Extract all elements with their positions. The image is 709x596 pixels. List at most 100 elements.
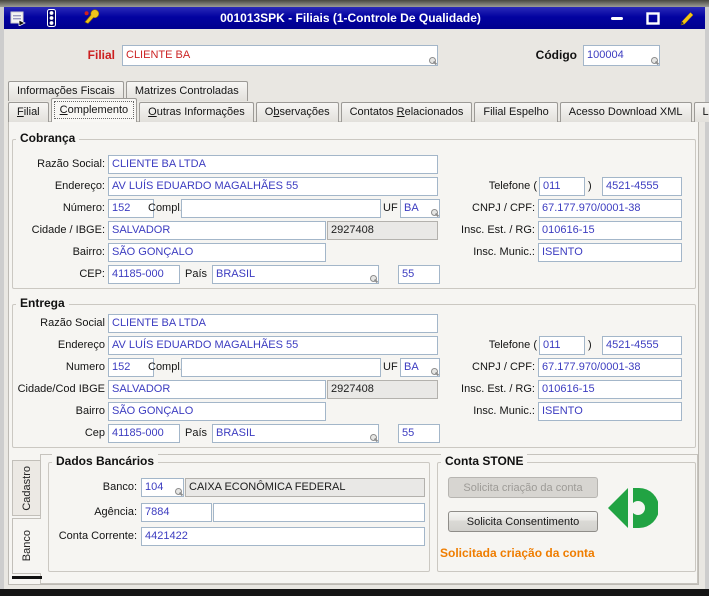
entrega-cep-field[interactable]: 41185-000 [108, 424, 180, 443]
entrega-compl-field[interactable] [181, 358, 381, 377]
cobranca-telefone-field[interactable]: 4521-4555 [602, 177, 682, 196]
tab-matrizes-controladas[interactable]: Matrizes Controladas [125, 81, 248, 101]
cobranca-endereco-label: Endereço: [54, 180, 105, 192]
agencia-digito-field[interactable] [213, 503, 425, 522]
lookup-magnifier-icon[interactable] [428, 56, 437, 65]
entrega-cnpj-label: CNPJ / CPF: [472, 361, 535, 373]
cobranca-uf-label: UF [383, 202, 398, 214]
entrega-telefone-close: ) [588, 339, 592, 351]
cobranca-bairro-label: Bairro: [72, 246, 105, 258]
cobranca-insc-est-label: Insc. Est. / RG: [461, 224, 535, 236]
window-frame-top [0, 0, 709, 7]
entrega-cidade-field[interactable]: SALVADOR [108, 380, 326, 399]
cobranca-title: Cobrança [16, 131, 80, 145]
cobranca-cidade-field[interactable]: SALVADOR [108, 221, 326, 240]
cobranca-razao-label: Razão Social: [37, 158, 105, 170]
entrega-insc-est-label: Insc. Est. / RG: [461, 383, 535, 395]
entrega-ddd-field[interactable]: 011 [539, 336, 585, 355]
cobranca-insc-mun-label: Insc. Munic.: [473, 246, 535, 258]
agencia-label: Agência: [94, 506, 137, 518]
side-tab-label: Cadastro [20, 465, 33, 511]
side-tab-cadastro[interactable]: Cadastro [12, 460, 41, 516]
conta-corrente-field[interactable]: 4421422 [141, 527, 425, 546]
cobranca-telefone-close: ) [588, 180, 592, 192]
cobranca-cidade-label: Cidade / IBGE: [31, 224, 105, 236]
lookup-magnifier-icon[interactable] [369, 433, 378, 442]
entrega-razao-field[interactable]: CLIENTE BA LTDA [108, 314, 438, 333]
entrega-title: Entrega [16, 296, 69, 310]
entrega-insc-est-field[interactable]: 010616-15 [538, 380, 682, 399]
cobranca-pais-cod-field[interactable]: 55 [398, 265, 440, 284]
solicita-criacao-button[interactable]: Solicita criação da conta [448, 477, 598, 498]
stone-logo-icon [608, 486, 659, 530]
cobranca-compl-label: Compl. [148, 202, 183, 214]
cobranca-razao-field[interactable]: CLIENTE BA LTDA [108, 155, 438, 174]
lookup-magnifier-icon[interactable] [174, 487, 183, 496]
cobranca-cnpj-field[interactable]: 67.177.970/0001-38 [538, 199, 682, 218]
side-tab-indicator [12, 576, 42, 579]
minimize-button[interactable] [608, 12, 626, 25]
entrega-endereco-label: Endereço [57, 339, 105, 351]
entrega-pais-field[interactable]: BRASIL [212, 424, 379, 443]
tab-observacoes[interactable]: Observações [255, 102, 339, 122]
window-title: 001013SPK - Filiais (1-Controle De Quali… [220, 11, 481, 25]
entrega-endereco-field[interactable]: AV LUÍS EDUARDO MAGALHÃES 55 [108, 336, 438, 355]
cobranca-cep-label: CEP: [79, 268, 105, 280]
cobranca-compl-field[interactable] [181, 199, 381, 218]
filial-label: Filial [87, 48, 115, 62]
lookup-magnifier-icon[interactable] [369, 274, 378, 283]
side-tab-banco[interactable]: Banco [12, 518, 41, 574]
entrega-cep-label: Cep [84, 427, 105, 439]
cobranca-endereco-field[interactable]: AV LUÍS EDUARDO MAGALHÃES 55 [108, 177, 438, 196]
tabstrip-main: Filial Complemento Outras Informações Obser… [8, 98, 709, 122]
side-tab-label: Banco [21, 530, 33, 562]
cobranca-pais-field[interactable]: BRASIL [212, 265, 379, 284]
tab-acesso-download-xml[interactable]: Acesso Download XML [559, 102, 692, 122]
entrega-compl-label: Compl. [148, 361, 183, 373]
entrega-pais-label: País [184, 427, 207, 439]
dados-bancarios-title: Dados Bancários [52, 454, 159, 468]
stone-status-text: Solicitada criação da conta [440, 546, 595, 560]
cobranca-cep-field[interactable]: 41185-000 [108, 265, 180, 284]
application-window: 001013SPK - Filiais (1-Controle De Quali… [0, 0, 709, 596]
entrega-numero-label: Numero [65, 361, 105, 373]
cobranca-insc-mun-field[interactable]: ISENTO [538, 243, 682, 262]
tab-filial[interactable]: Filial [8, 102, 49, 122]
cobranca-bairro-field[interactable]: SÃO GONÇALO [108, 243, 326, 262]
cobranca-insc-est-field[interactable]: 010616-15 [538, 221, 682, 240]
cobranca-numero-label: Número: [62, 202, 105, 214]
entrega-bairro-field[interactable]: SÃO GONÇALO [108, 402, 326, 421]
cobranca-cnpj-label: CNPJ / CPF: [472, 202, 535, 214]
edit-pencil-icon[interactable] [676, 8, 696, 28]
entrega-cnpj-field[interactable]: 67.177.970/0001-38 [538, 358, 682, 377]
cobranca-ddd-field[interactable]: 011 [539, 177, 585, 196]
tab-log[interactable]: Log [693, 102, 709, 122]
agencia-field[interactable]: 7884 [141, 503, 212, 522]
tab-outras-informacoes[interactable]: Outras Informações [139, 102, 254, 122]
solicita-consentimento-button[interactable]: Solicita Consentimento [448, 511, 598, 532]
banco-nome-field: CAIXA ECONÔMICA FEDERAL [185, 478, 425, 497]
entrega-insc-mun-field[interactable]: ISENTO [538, 402, 682, 421]
cobranca-telefone-label: Telefone ( [488, 180, 537, 192]
cobranca-pais-label: País [184, 268, 207, 280]
banco-cod-field[interactable]: 104 [141, 478, 184, 497]
codigo-label: Código [535, 48, 577, 62]
conta-stone-title: Conta STONE [441, 454, 528, 468]
filial-field[interactable]: CLIENTE BA [122, 45, 438, 66]
entrega-telefone-field[interactable]: 4521-4555 [602, 336, 682, 355]
entrega-uf-label: UF [383, 361, 398, 373]
entrega-razao-label: Razão Social [40, 317, 105, 329]
entrega-bairro-label: Bairro [75, 405, 105, 417]
maximize-button[interactable] [644, 11, 662, 26]
entrega-cidade-label: Cidade/Cod IBGE [17, 383, 105, 395]
codigo-field[interactable]: 100004 [583, 45, 660, 66]
lookup-magnifier-icon[interactable] [650, 56, 659, 65]
tab-contatos-relacionados[interactable]: Contatos Relacionados [340, 102, 473, 122]
entrega-pais-cod-field[interactable]: 55 [398, 424, 440, 443]
tab-complemento[interactable]: Complemento [50, 98, 138, 122]
entrega-insc-mun-label: Insc. Munic.: [473, 405, 535, 417]
entrega-telefone-label: Telefone ( [488, 339, 537, 351]
tab-filial-espelho[interactable]: Filial Espelho [474, 102, 558, 122]
window-frame-bottom [0, 589, 709, 596]
conta-corrente-label: Conta Corrente: [58, 530, 137, 542]
